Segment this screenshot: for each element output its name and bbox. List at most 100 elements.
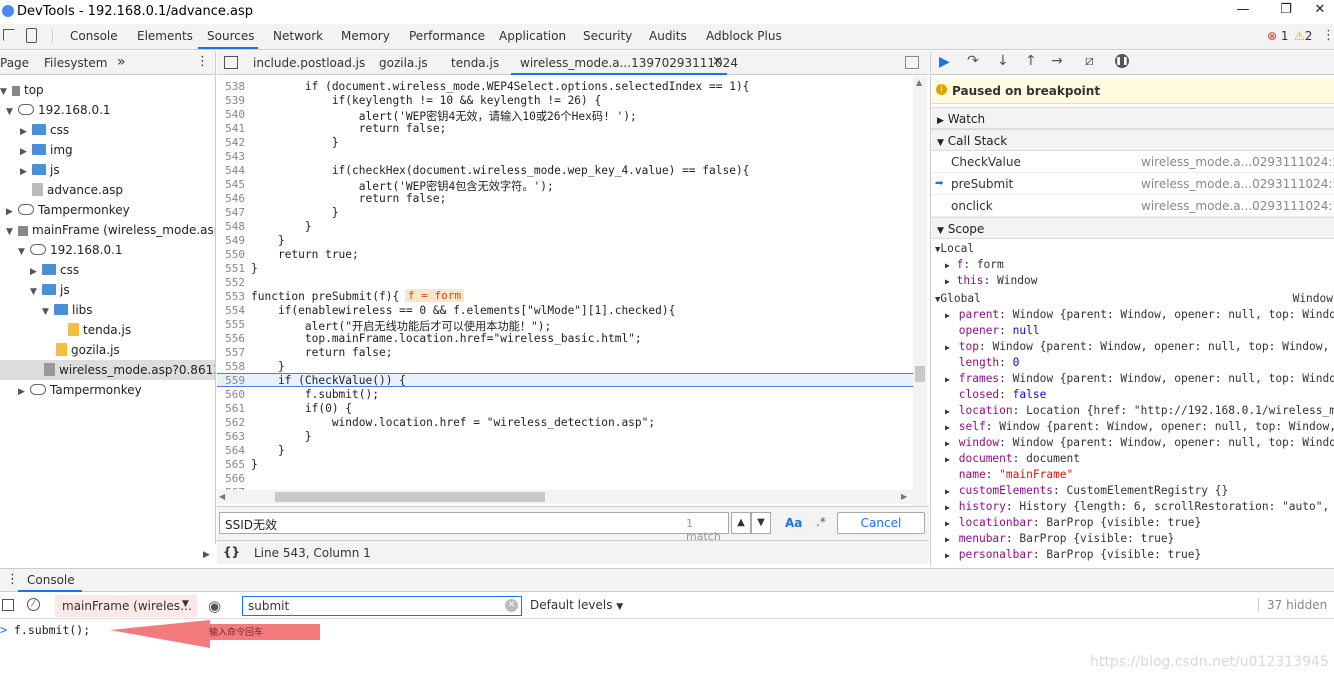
find-next-icon[interactable]: ▼ xyxy=(751,512,771,534)
editor-tab-tenda[interactable]: tenda.js xyxy=(451,56,499,70)
scope-variable[interactable]: ▶ frames: Window {parent: Window, opener… xyxy=(945,371,1334,388)
editor-hscroll-thumb[interactable] xyxy=(275,492,545,502)
console-sidebar-icon[interactable] xyxy=(2,599,14,611)
context-selector[interactable]: mainFrame (wireles… ▼ xyxy=(55,595,197,617)
scope-variable[interactable]: ▶ document: document xyxy=(945,451,1080,468)
editor-vscroll[interactable]: ▲ xyxy=(913,76,927,506)
line-number[interactable]: 552 xyxy=(217,276,245,289)
line-number[interactable]: 545 xyxy=(217,178,245,191)
line-number[interactable]: 554 xyxy=(217,304,245,317)
find-cancel-button[interactable]: Cancel xyxy=(837,512,925,534)
editor-tab-include-postload[interactable]: include.postload.js xyxy=(253,56,365,70)
scope-global-header[interactable]: ▼Global Window xyxy=(935,291,1333,308)
line-number[interactable]: 538 xyxy=(217,80,245,93)
tab-memory[interactable]: Memory xyxy=(341,29,390,43)
line-number[interactable]: 562 xyxy=(217,416,245,429)
error-count[interactable]: ⊗ 1 xyxy=(1267,29,1289,43)
tree-item-js[interactable]: ▶ js xyxy=(20,160,60,180)
editor-hscroll[interactable]: ◀ ▶ xyxy=(217,490,913,504)
line-number[interactable]: 558 xyxy=(217,360,245,373)
pretty-print-button[interactable]: {} xyxy=(223,545,240,559)
device-toggle-icon[interactable] xyxy=(26,28,37,43)
line-number[interactable]: 550 xyxy=(217,248,245,261)
callstack-frame[interactable]: onclick wireless_mode.a...0293111024:712 xyxy=(931,195,1334,217)
callstack-section-header[interactable]: ▼ Call Stack xyxy=(931,129,1334,151)
scope-variable[interactable]: ▶ history: History {length: 6, scrollRes… xyxy=(945,499,1334,516)
tab-network[interactable]: Network xyxy=(273,29,323,43)
scope-variable[interactable]: ▶ locationbar: BarProp {visible: true} xyxy=(945,515,1201,532)
scroll-up-arrow-icon[interactable]: ▲ xyxy=(916,78,922,87)
console-filter-input[interactable]: submit xyxy=(248,599,289,613)
scroll-right-arrow-icon[interactable]: ▶ xyxy=(203,550,210,560)
line-number[interactable]: 563 xyxy=(217,430,245,443)
tab-adblock-plus[interactable]: Adblock Plus xyxy=(706,29,782,43)
line-number[interactable]: 541 xyxy=(217,122,245,135)
tree-item-js-2[interactable]: ▼ js xyxy=(30,280,70,300)
tree-item-tenda-js[interactable]: tenda.js xyxy=(68,320,131,340)
scope-variable[interactable]: ▶ f: form xyxy=(945,257,1004,274)
tree-item-libs[interactable]: ▼ libs xyxy=(42,300,93,320)
scope-variable[interactable]: name: "mainFrame" xyxy=(945,467,1074,483)
drawer-menu-icon[interactable]: ⋮ xyxy=(6,572,19,587)
step-over-icon[interactable]: ↷ xyxy=(967,53,979,69)
line-number[interactable]: 553 xyxy=(217,290,245,303)
console-input-text[interactable]: f.submit(); xyxy=(14,623,90,637)
tree-item-host[interactable]: ▼ 192.168.0.1 xyxy=(6,100,111,120)
tab-elements[interactable]: Elements xyxy=(137,29,193,43)
tree-item-host-2[interactable]: ▼ 192.168.0.1 xyxy=(18,240,123,260)
callstack-frame[interactable]: CheckValue wireless_mode.a...0293111024:… xyxy=(931,151,1334,173)
inspect-element-icon[interactable] xyxy=(3,29,15,41)
editor-vscroll-thumb[interactable] xyxy=(915,366,925,382)
line-number[interactable]: 556 xyxy=(217,332,245,345)
live-expression-eye-icon[interactable]: ◉ xyxy=(208,597,221,615)
line-number[interactable]: 566 xyxy=(217,472,245,485)
find-prev-icon[interactable]: ▲ xyxy=(731,512,751,534)
clear-filter-icon[interactable]: ✕ xyxy=(505,599,518,612)
find-input[interactable]: SSID无效 xyxy=(225,516,277,533)
tab-page[interactable]: Page xyxy=(0,56,29,70)
tab-filesystem[interactable]: Filesystem xyxy=(44,56,107,70)
scope-variable[interactable]: ▶ customElements: CustomElementRegistry … xyxy=(945,483,1228,500)
scope-variable[interactable]: ▶ parent: Window {parent: Window, opener… xyxy=(945,307,1334,324)
editor-tab-wireless-mode[interactable]: wireless_mode.a...13970293111024 xyxy=(520,56,738,70)
tree-item-advance-asp[interactable]: advance.asp xyxy=(32,180,123,200)
step-icon[interactable]: → xyxy=(1051,53,1063,69)
line-number[interactable]: 540 xyxy=(217,108,245,121)
step-out-icon[interactable]: ↑ xyxy=(1025,53,1037,69)
minimize-icon[interactable]: — xyxy=(1233,2,1253,17)
toggle-debugger-icon[interactable] xyxy=(905,56,919,69)
scope-variable[interactable]: ▶ top: Window {parent: Window, opener: n… xyxy=(945,339,1334,356)
line-number[interactable]: 564 xyxy=(217,444,245,457)
find-input-box[interactable]: SSID无效 1 match xyxy=(219,512,729,543)
line-number[interactable]: 544 xyxy=(217,164,245,177)
scroll-left-arrow-icon[interactable]: ◀ xyxy=(219,492,225,501)
line-number[interactable]: 542 xyxy=(217,136,245,149)
console-output[interactable]: > f.submit(); 输入命令回车 https://blog.csdn.n… xyxy=(0,620,1334,682)
regex-button[interactable]: .* xyxy=(816,515,826,529)
tree-item-gozila-js[interactable]: gozila.js xyxy=(56,340,120,360)
maximize-icon[interactable]: ❐ xyxy=(1276,2,1296,17)
tree-item-tampermonkey-2[interactable]: ▶ Tampermonkey xyxy=(18,380,142,400)
watch-section-header[interactable]: ▶ Watch xyxy=(931,107,1334,129)
line-number[interactable]: 547 xyxy=(217,206,245,219)
scope-variable[interactable]: ▶ personalbar: BarProp {visible: true} xyxy=(945,547,1201,564)
frame-location[interactable]: wireless_mode.a...0293111024:201 xyxy=(1141,151,1334,173)
console-filter-box[interactable]: submit ✕ xyxy=(242,596,522,616)
tab-sources[interactable]: Sources xyxy=(207,29,254,43)
line-number[interactable]: 549 xyxy=(217,234,245,247)
more-menu-icon[interactable]: ⋮ xyxy=(1322,28,1334,43)
line-number[interactable]: 548 xyxy=(217,220,245,233)
scope-local-header[interactable]: ▼Local xyxy=(935,241,974,258)
scope-variable[interactable]: ▶ this: Window xyxy=(945,273,1037,290)
tree-item-css-2[interactable]: ▶ css xyxy=(30,260,79,280)
line-number[interactable]: 561 xyxy=(217,402,245,415)
frame-location[interactable]: wireless_mode.a...0293111024:712 xyxy=(1141,195,1334,217)
editor-tab-gozila[interactable]: gozila.js xyxy=(379,56,428,70)
scope-variable[interactable]: length: 0 xyxy=(945,355,1020,371)
code-editor[interactable]: 538 if (document.wireless_mode.WEP4Selec… xyxy=(217,76,929,506)
step-into-icon[interactable]: ↓ xyxy=(997,53,1009,69)
close-tab-icon[interactable]: × xyxy=(712,54,723,69)
line-number[interactable]: 559 xyxy=(217,374,245,387)
scope-variable[interactable]: ▶ self: Window {parent: Window, opener: … xyxy=(945,419,1334,436)
line-number[interactable]: 546 xyxy=(217,192,245,205)
